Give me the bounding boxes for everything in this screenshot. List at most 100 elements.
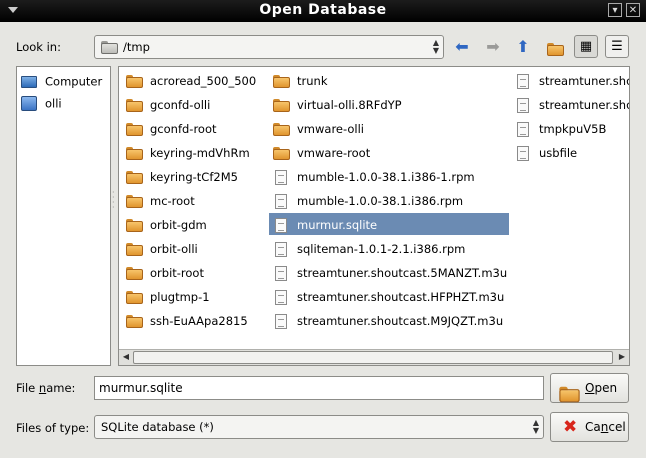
file-item[interactable]: tmpkpuV5B [511,117,629,139]
place-label: Computer [45,74,103,89]
file-type-combo[interactable]: SQLite database (*) ▲ ▼ [94,415,544,439]
open-folder-icon [559,380,580,408]
item-label: streamtuner.shoutcast.5MANZT.m3u [297,265,508,280]
icon-view-icon: ▦ [579,39,593,54]
folder-item[interactable]: trunk [269,69,509,91]
scroll-left-icon[interactable]: ◀ [120,351,132,363]
item-label: virtual-olli.8RFdYP [297,97,402,112]
cancel-button[interactable]: ✖ Cancel [550,412,629,442]
file-item[interactable]: streamtuner.sho [511,93,630,115]
file-type-label: Files of type: [16,421,90,435]
document-icon [275,313,287,329]
file-type-value: SQLite database (*) [101,420,214,434]
folder-icon [125,314,143,328]
back-button[interactable]: ⬅ [451,36,473,58]
folder-icon [125,122,143,136]
scroll-right-icon[interactable]: ▶ [616,351,628,363]
folder-icon [125,242,143,256]
item-label: murmur.sqlite [297,217,378,232]
detail-view-icon: ☰ [611,39,623,54]
folder-item[interactable]: vmware-root [269,141,509,163]
file-item[interactable]: sqliteman-1.0.1-2.1.i386.rpm [269,237,509,259]
folder-icon [125,74,143,88]
folder-icon [272,146,290,160]
folder-item[interactable]: vmware-olli [269,117,509,139]
item-label: mumble-1.0.0-38.1.i386.rpm [297,193,464,208]
title-bar[interactable]: Open Database ▾ ✕ [0,0,646,22]
item-label: plugtmp-1 [150,289,210,304]
item-label: orbit-root [150,265,204,280]
folder-item[interactable]: ssh-EuAApa2815 [122,309,264,331]
folder-item[interactable]: orbit-gdm [122,213,264,235]
file-item[interactable]: usbfile [511,141,629,163]
file-item[interactable]: streamtuner.shoutcast.HFPHZT.m3u [269,285,509,307]
minimize-icon[interactable]: ▾ [608,3,622,17]
folder-icon [272,74,290,88]
file-item[interactable]: mumble-1.0.0-38.1.i386-1.rpm [269,165,509,187]
computer-icon [21,75,37,88]
arrow-up-icon: ⬆ [516,37,530,56]
folder-item[interactable]: acroread_500_500 [122,69,264,91]
place-home[interactable]: olli [21,92,62,114]
folder-item[interactable]: gconfd-root [122,117,264,139]
place-computer[interactable]: Computer [21,70,102,92]
file-list: usbfile tmpkpuV5B streamtuner.sho streamtun… [118,66,630,366]
folder-item[interactable]: keyring-tCf2M5 [122,165,264,187]
file-name-label: File name: [16,381,76,395]
item-label: ssh-EuAApa2815 [150,313,248,328]
document-icon [275,289,287,305]
document-icon [517,97,529,113]
file-item[interactable]: murmur.sqlite [269,213,509,235]
places-panel: Computer olli [16,66,111,366]
horizontal-scrollbar[interactable]: ◀ ▶ [119,349,629,365]
arrow-left-icon: ⬅ [455,37,469,56]
item-label: acroread_500_500 [150,73,257,88]
new-folder-button[interactable] [544,36,566,58]
item-label: streamtuner.sho [539,97,630,112]
folder-icon [125,290,143,304]
item-label: streamtuner.sho [539,73,630,88]
detail-view-button[interactable]: ☰ [605,35,629,58]
folder-icon [125,218,143,232]
item-label: streamtuner.shoutcast.M9JQZT.m3u [297,313,504,328]
scrollbar-thumb[interactable] [133,351,613,364]
look-in-combo[interactable]: /tmp ▲ ▼ [94,35,444,59]
look-in-label: Look in: [16,40,61,54]
cancel-icon: ✖ [563,417,578,437]
folder-item[interactable]: gconfd-olli [122,93,264,115]
arrow-right-icon: ➡ [486,37,500,56]
folder-icon [125,146,143,160]
home-folder-icon [21,96,37,111]
up-button[interactable]: ⬆ [512,36,534,58]
forward-button[interactable]: ➡ [482,36,504,58]
folder-icon [125,98,143,112]
look-in-path: /tmp [123,40,150,54]
document-icon [517,121,529,137]
file-name-input[interactable]: murmur.sqlite [94,376,544,400]
pane-splitter[interactable]: · · · · [112,189,116,212]
folder-icon [272,98,290,112]
item-label: orbit-olli [150,241,198,256]
item-label: gconfd-root [150,121,217,136]
folder-item[interactable]: virtual-olli.8RFdYP [269,93,509,115]
file-item[interactable]: streamtuner.shoutcast.M9JQZT.m3u [269,309,509,331]
document-icon [517,73,529,89]
file-item[interactable]: streamtuner.shoutcast.5MANZT.m3u [269,261,509,283]
item-label: mumble-1.0.0-38.1.i386-1.rpm [297,169,475,184]
folder-icon [125,266,143,280]
folder-item[interactable]: orbit-olli [122,237,264,259]
folder-item[interactable]: mc-root [122,189,264,211]
folder-item[interactable]: keyring-mdVhRm [122,141,264,163]
item-label: usbfile [539,145,578,160]
document-icon [275,217,287,233]
window-title: Open Database [259,2,387,18]
file-item[interactable]: streamtuner.sho [511,69,630,91]
file-item[interactable]: mumble-1.0.0-38.1.i386.rpm [269,189,509,211]
item-label: trunk [297,73,328,88]
open-button[interactable]: Open [550,373,629,403]
icon-view-button[interactable]: ▦ [574,35,598,58]
close-icon[interactable]: ✕ [626,3,640,17]
folder-item[interactable]: plugtmp-1 [122,285,264,307]
document-icon [517,145,529,161]
folder-item[interactable]: orbit-root [122,261,264,283]
